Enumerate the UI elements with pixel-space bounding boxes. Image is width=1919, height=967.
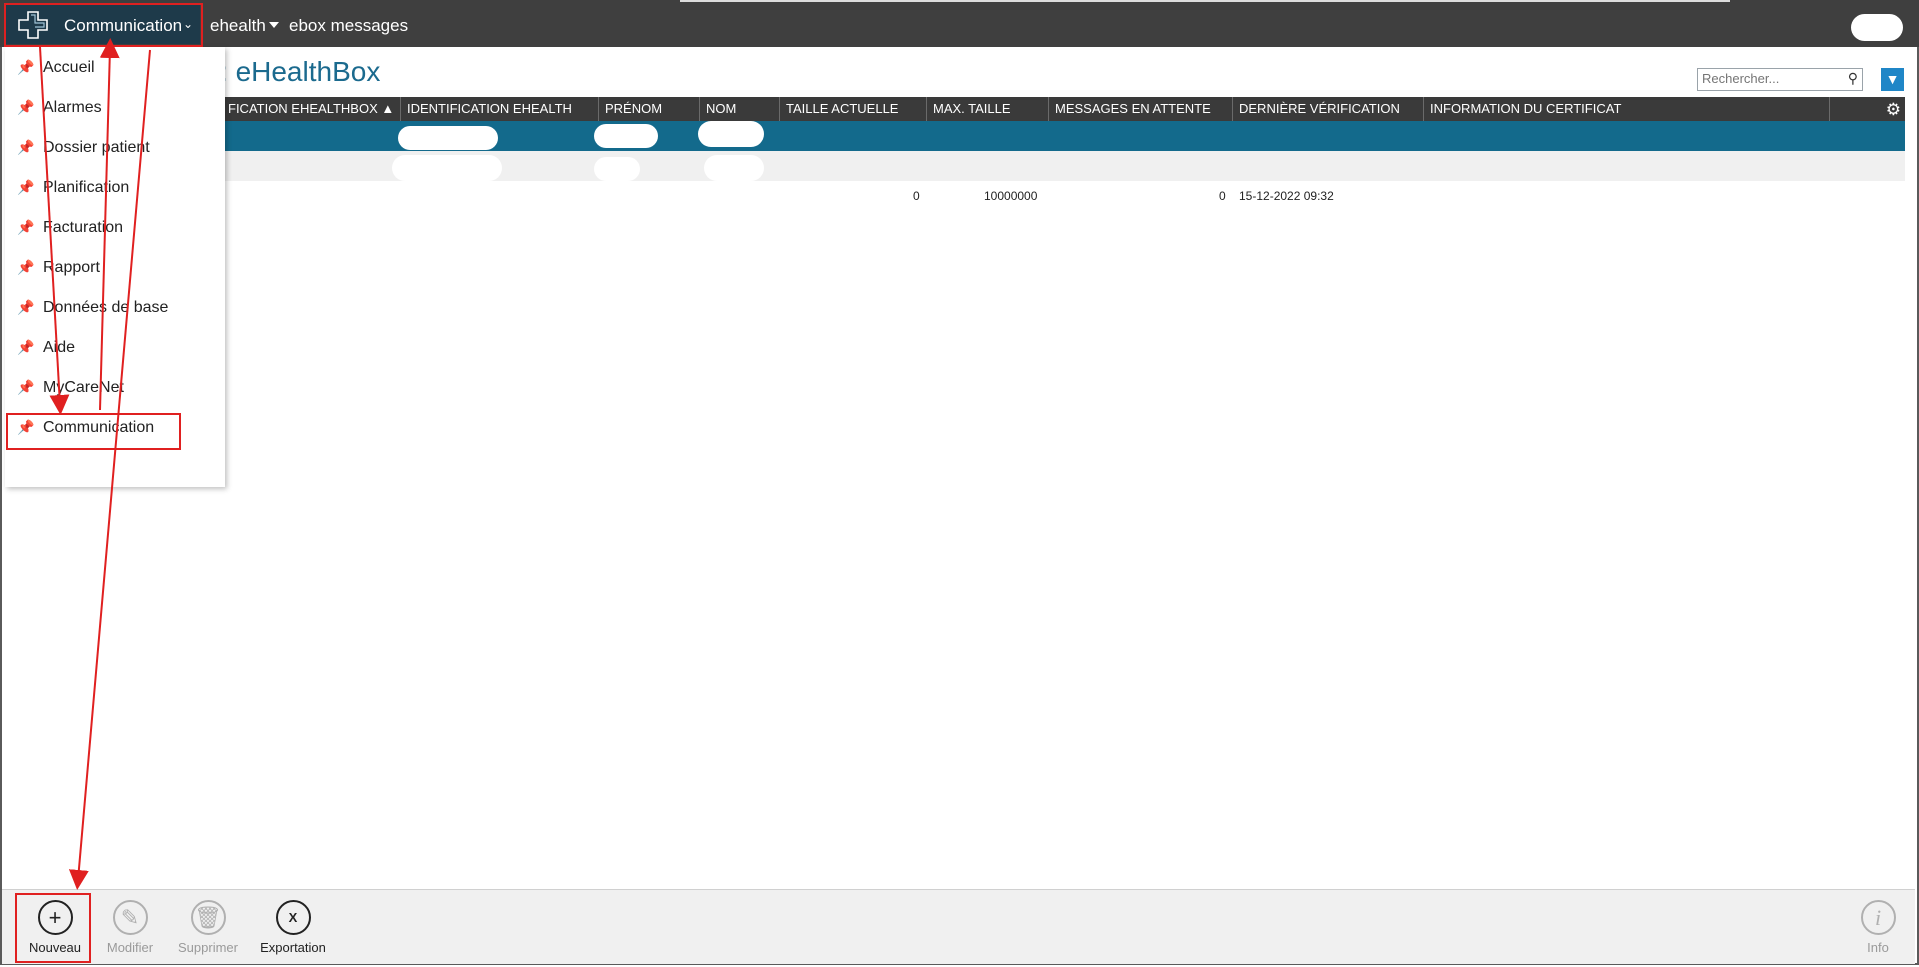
menu-item-label: Accueil	[43, 59, 95, 76]
cell-messages-en-attente: 0	[1219, 189, 1226, 203]
column-header-messages-en-attente[interactable]: MESSAGES EN ATTENTE	[1048, 97, 1232, 121]
page-title-text: eHealthBox	[235, 56, 381, 87]
annotation-box-module-switcher	[4, 3, 203, 47]
excel-icon: X	[275, 900, 311, 935]
filter-button[interactable]: ▼	[1881, 68, 1904, 91]
pencil-icon: ✎	[112, 900, 148, 935]
menu-item-label: Facturation	[43, 219, 124, 236]
pin-icon[interactable]: 📌	[17, 139, 34, 156]
menu-item-label: Données de base	[43, 299, 169, 316]
delete-button[interactable]: 🗑 Supprimer	[173, 900, 243, 955]
cell-derniere-verification: 15-12-2022 09:32	[1239, 189, 1334, 203]
column-header-taille-actuelle[interactable]: TAILLE ACTUELLE	[779, 97, 926, 121]
search-input[interactable]	[1698, 69, 1842, 88]
table-row[interactable]	[222, 121, 1905, 151]
column-header-identification-ehealth[interactable]: IDENTIFICATION EHEALTH	[400, 97, 572, 121]
pin-icon[interactable]: 📌	[17, 99, 34, 116]
top-decoration	[680, 0, 1730, 2]
cell-max-taille: 10000000	[984, 189, 1038, 203]
top-bar: Communication ⌄ ehealth ebox messages	[0, 0, 1919, 47]
pin-icon[interactable]: 📌	[17, 339, 34, 356]
menu-item-label: Aide	[43, 339, 76, 356]
column-header-max-taille[interactable]: MAX. TAILLE	[926, 97, 1047, 121]
gear-icon[interactable]: ⚙	[1886, 100, 1901, 120]
trash-icon: 🗑	[190, 900, 226, 935]
column-header-nom[interactable]: NOM	[699, 97, 778, 121]
export-button[interactable]: X Exportation	[258, 900, 328, 955]
menu-item-planification[interactable]: 📌 Planification	[5, 173, 225, 203]
redacted-cell	[398, 126, 498, 150]
annotation-box-communication	[6, 413, 181, 450]
nav-ebox-messages-label: ebox messages	[289, 16, 409, 35]
user-menu[interactable]	[1851, 14, 1903, 41]
menu-item-rapport[interactable]: 📌 Rapport	[5, 253, 225, 283]
menu-item-mycarenet[interactable]: 📌 MyCareNet	[5, 373, 225, 403]
table-header: FICATION EHEALTHBOX ▲ IDENTIFICATION EHE…	[222, 97, 1905, 121]
table-row[interactable]	[222, 151, 1905, 181]
caret-down-icon	[268, 22, 279, 28]
menu-item-label: MyCareNet	[43, 379, 124, 396]
pin-icon[interactable]: 📌	[17, 219, 34, 236]
filter-icon: ▼	[1885, 71, 1900, 87]
nav-ehealth[interactable]: ehealth	[210, 16, 279, 36]
export-button-label: Exportation	[260, 940, 326, 955]
menu-item-donnees-de-base[interactable]: 📌 Données de base	[5, 293, 225, 323]
column-header-prenom[interactable]: PRÉNOM	[598, 97, 701, 121]
cell-taille-actuelle: 0	[913, 189, 920, 203]
search-icon[interactable]: ⚲	[1848, 70, 1858, 87]
pin-icon[interactable]: 📌	[17, 379, 34, 396]
menu-item-label: Planification	[43, 179, 130, 196]
menu-item-dossier-patient[interactable]: 📌 Dossier patient	[5, 133, 225, 163]
annotation-box-new-button	[15, 893, 91, 963]
delete-button-label: Supprimer	[178, 940, 238, 955]
menu-item-alarmes[interactable]: 📌 Alarmes	[5, 93, 225, 123]
menu-item-label: Alarmes	[43, 99, 102, 116]
nav-ehealth-label: ehealth	[210, 16, 266, 35]
menu-item-aide[interactable]: 📌 Aide	[5, 333, 225, 363]
menu-item-label: Rapport	[43, 259, 100, 276]
bottom-toolbar: + Nouveau ✎ Modifier 🗑 Supprimer X Expor…	[2, 889, 1915, 964]
edit-button[interactable]: ✎ Modifier	[95, 900, 165, 955]
pin-icon[interactable]: 📌	[17, 259, 34, 276]
redacted-cell	[698, 121, 764, 147]
column-header-information-du-certificat[interactable]: INFORMATION DU CERTIFICAT	[1423, 97, 1830, 121]
pin-icon[interactable]: 📌	[17, 299, 34, 316]
column-header-identification-ehealthbox[interactable]: FICATION EHEALTHBOX ▲	[222, 97, 394, 121]
menu-item-label: Dossier patient	[43, 139, 150, 156]
column-header-derniere-verification[interactable]: DERNIÈRE VÉRIFICATION	[1232, 97, 1422, 121]
redacted-cell	[594, 124, 658, 148]
pin-icon[interactable]: 📌	[17, 179, 34, 196]
page-title: : eHealthBox	[220, 56, 380, 88]
search-box: ⚲	[1697, 68, 1863, 91]
edit-button-label: Modifier	[106, 940, 154, 955]
info-icon: i	[1860, 900, 1896, 935]
menu-item-accueil[interactable]: 📌 Accueil	[5, 53, 225, 83]
redacted-cell	[594, 157, 640, 181]
info-button-label: Info	[1867, 940, 1889, 955]
redacted-cell	[704, 155, 764, 181]
redacted-cell	[392, 155, 502, 181]
info-button[interactable]: i Info	[1843, 900, 1913, 955]
nav-ebox-messages[interactable]: ebox messages	[289, 16, 408, 36]
pin-icon[interactable]: 📌	[17, 59, 34, 76]
menu-item-facturation[interactable]: 📌 Facturation	[5, 213, 225, 243]
